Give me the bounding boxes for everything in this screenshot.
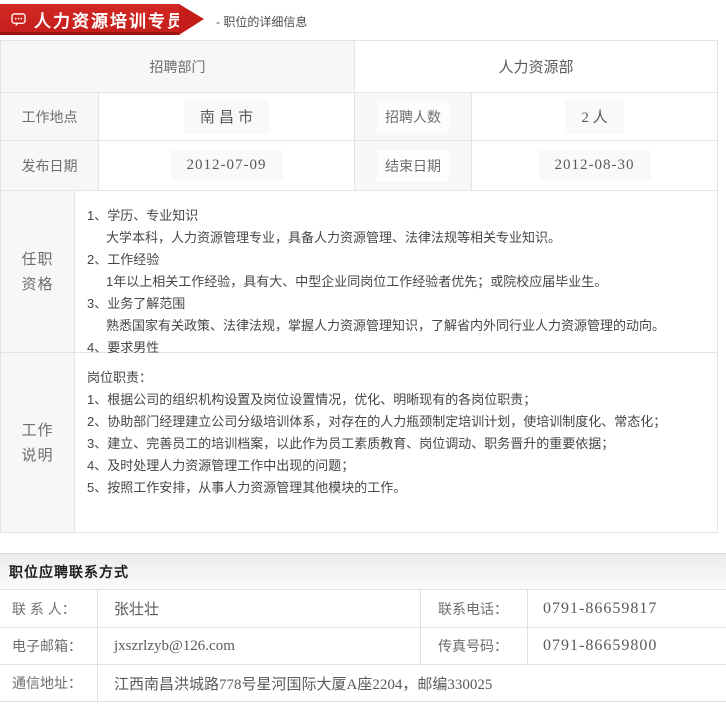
contact-phone-label: 联系电话：	[420, 590, 527, 627]
page-title: 人力资源培训专员	[34, 7, 186, 32]
contact-section-title: 职位应聘联系方式	[9, 562, 129, 582]
job-title-ribbon: 人力资源培训专员	[0, 4, 179, 35]
publish-date-value: 2012-07-09	[98, 141, 354, 190]
page-header: 人力资源培训专员 - 职位的详细信息	[0, 0, 726, 40]
department-label: 招聘部门	[1, 41, 354, 92]
contact-section-header: 职位应聘联系方式	[0, 553, 726, 589]
headcount-value: 2 人	[471, 93, 717, 140]
job-duties-heading: 岗位职责：	[87, 367, 707, 389]
page-subtitle: - 职位的详细信息	[216, 13, 307, 30]
table-row-job-description: 工作 说明 岗位职责： 1、根据公司的组织机构设置及岗位设置情况，优化、明晰现有…	[1, 353, 717, 533]
contact-table: 联 系 人： 张壮壮 联系电话： 0791-86659817 电子邮箱： jxs…	[0, 589, 726, 702]
table-row-contact-email-fax: 电子邮箱： jxszrlzyb@126.com 传真号码： 0791-86659…	[0, 627, 726, 664]
job-description-content: 岗位职责： 1、根据公司的组织机构设置及岗位设置情况，优化、明晰现有的各岗位职责…	[74, 353, 717, 532]
job-summary-table: 招聘部门 人力资源部 工作地点 南 昌 市 招聘人数 2 人 发布日期 2012…	[0, 40, 718, 533]
table-row-contact-person: 联 系 人： 张壮壮 联系电话： 0791-86659817	[0, 589, 726, 627]
qualifications-label: 任职 资格	[1, 191, 74, 352]
table-row-contact-address: 通信地址： 江西南昌洪城路778号星河国际大厦A座2204，邮编330025	[0, 664, 726, 701]
publish-date-label: 发布日期	[1, 141, 98, 190]
table-row-dates: 发布日期 2012-07-09 结束日期 2012-08-30	[1, 141, 717, 191]
contact-address-label: 通信地址：	[0, 665, 97, 701]
contact-fax-value: 0791-86659800	[527, 628, 726, 664]
table-row-qualifications: 任职 资格 1、学历、专业知识 大学本科，人力资源管理专业，具备人力资源管理、法…	[1, 191, 717, 353]
job-duty-item: 1、根据公司的组织机构设置及岗位设置情况，优化、明晰现有的各岗位职责；	[87, 389, 707, 411]
qualifications-content: 1、学历、专业知识 大学本科，人力资源管理专业，具备人力资源管理、法律法规等相关…	[74, 191, 717, 352]
qualification-item-desc: 大学本科，人力资源管理专业，具备人力资源管理、法律法规等相关专业知识。	[87, 227, 707, 249]
contact-email-label: 电子邮箱：	[0, 628, 97, 664]
table-row-department: 招聘部门 人力资源部	[1, 41, 717, 93]
department-value: 人力资源部	[354, 41, 717, 92]
qualification-item-desc: 熟悉国家有关政策、法律法规，掌握人力资源管理知识，了解省内外同行业人力资源管理的…	[87, 315, 707, 337]
contact-address-value: 江西南昌洪城路778号星河国际大厦A座2204，邮编330025	[97, 665, 726, 701]
speech-bubble-icon	[11, 13, 26, 27]
ribbon-arrow-decoration	[179, 4, 204, 35]
job-duty-item: 2、协助部门经理建立公司分级培训体系，对存在的人力瓶颈制定培训计划，使培训制度化…	[87, 411, 707, 433]
job-description-label: 工作 说明	[1, 353, 74, 532]
headcount-label: 招聘人数	[354, 93, 471, 140]
table-row-location-headcount: 工作地点 南 昌 市 招聘人数 2 人	[1, 93, 717, 141]
location-label: 工作地点	[1, 93, 98, 140]
section-gap	[0, 533, 726, 553]
location-value: 南 昌 市	[98, 93, 354, 140]
contact-phone-value: 0791-86659817	[527, 590, 726, 627]
job-duty-item: 3、建立、完善员工的培训档案，以此作为员工素质教育、岗位调动、职务晋升的重要依据…	[87, 433, 707, 455]
qualification-item-title: 1、学历、专业知识	[87, 205, 707, 227]
contact-person-label: 联 系 人：	[0, 590, 97, 627]
end-date-value: 2012-08-30	[471, 141, 717, 190]
contact-person-value: 张壮壮	[97, 590, 420, 627]
contact-email-value: jxszrlzyb@126.com	[97, 628, 420, 664]
qualification-item-title: 3、业务了解范围	[87, 293, 707, 315]
job-duty-item: 4、及时处理人力资源管理工作中出现的问题；	[87, 455, 707, 477]
job-duty-item: 5、按照工作安排，从事人力资源管理其他模块的工作。	[87, 477, 707, 499]
qualification-item-title: 2、工作经验	[87, 249, 707, 271]
contact-fax-label: 传真号码：	[420, 628, 527, 664]
end-date-label: 结束日期	[354, 141, 471, 190]
qualification-item-desc: 1年以上相关工作经验，具有大、中型企业同岗位工作经验者优先；或院校应届毕业生。	[87, 271, 707, 293]
